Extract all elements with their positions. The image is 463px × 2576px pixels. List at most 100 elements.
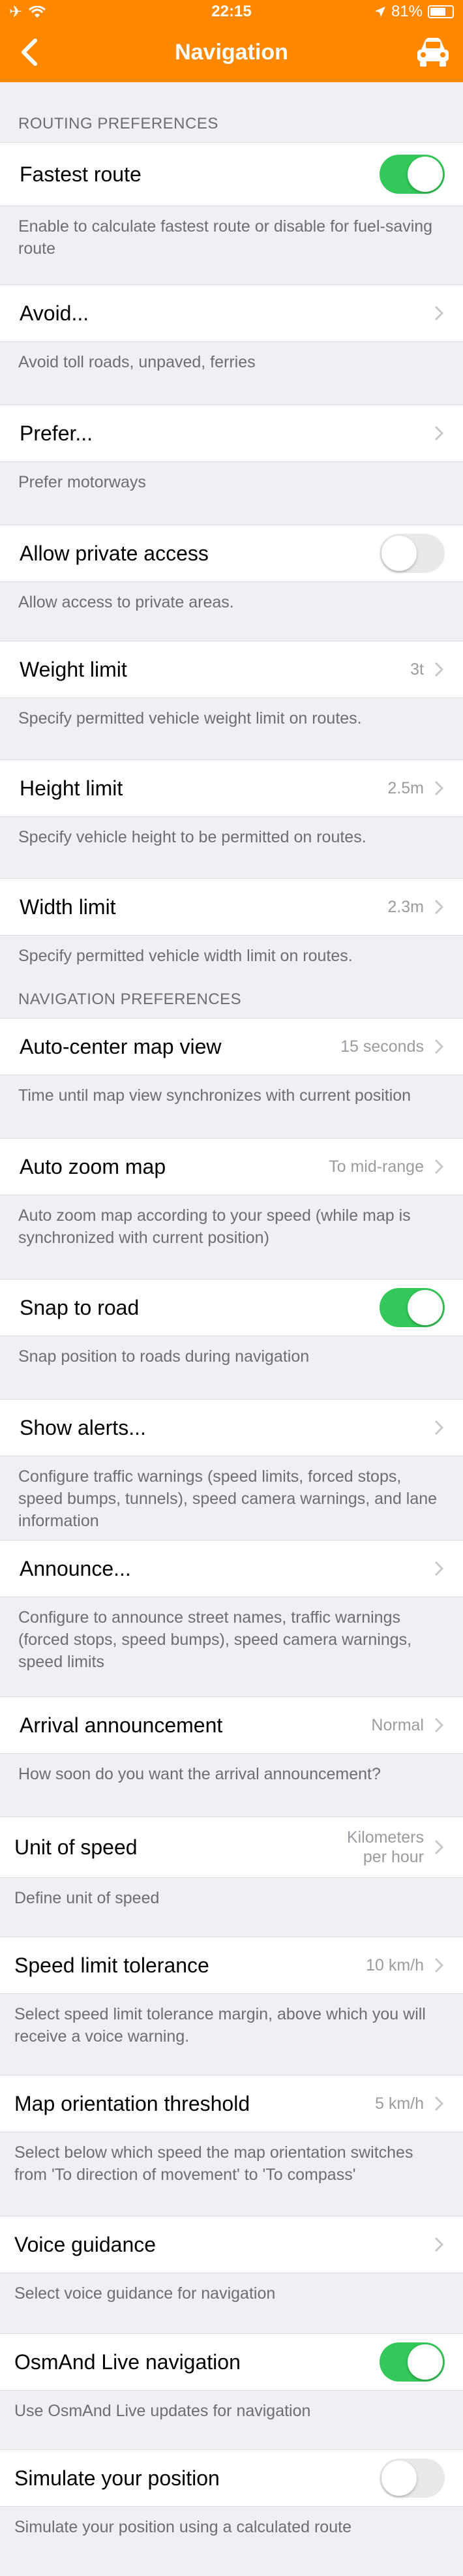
auto-zoom-row[interactable]: Auto zoom map To mid-range <box>0 1138 463 1195</box>
weight-limit-label: Weight limit <box>20 657 127 681</box>
chevron-right-icon <box>434 1957 444 1973</box>
chevron-right-icon <box>434 899 444 915</box>
car-profile-icon[interactable] <box>415 35 451 69</box>
map-orientation-value: 5 km/h <box>374 2094 424 2113</box>
height-limit-row[interactable]: Height limit 2.5m <box>0 759 463 817</box>
map-orientation-label: Map orientation threshold <box>14 2091 250 2115</box>
osmand-live-label: OsmAnd Live navigation <box>14 2350 241 2374</box>
battery-icon <box>428 5 454 18</box>
height-limit-description: Specify vehicle height to be permitted o… <box>18 828 366 846</box>
auto-zoom-description: Auto zoom map according to your speed (w… <box>18 1206 411 1247</box>
osmand-live-description: Use OsmAnd Live updates for navigation <box>14 2402 311 2420</box>
speed-tolerance-row[interactable]: Speed limit tolerance 10 km/h <box>0 1937 463 1994</box>
unit-of-speed-row[interactable]: Unit of speed Kilometers per hour <box>0 1817 463 1878</box>
chevron-right-icon <box>434 780 444 796</box>
height-limit-value: 2.5m <box>387 778 424 797</box>
map-orientation-row[interactable]: Map orientation threshold 5 km/h <box>0 2075 463 2132</box>
auto-zoom-label: Auto zoom map <box>20 1154 166 1178</box>
prefer-description: Prefer motorways <box>18 473 146 491</box>
simulate-position-row: Simulate your position <box>0 2449 463 2507</box>
simulate-position-label: Simulate your position <box>14 2466 220 2490</box>
avoid-row[interactable]: Avoid... <box>0 284 463 342</box>
unit-of-speed-value: Kilometers per hour <box>347 1828 424 1867</box>
auto-center-label: Auto-center map view <box>20 1034 222 1058</box>
map-orientation-description: Select below which speed the map orienta… <box>14 2143 413 2184</box>
unit-of-speed-label: Unit of speed <box>14 1835 138 1859</box>
fastest-route-toggle[interactable] <box>380 155 445 194</box>
width-limit-label: Width limit <box>20 895 116 919</box>
show-alerts-description: Configure traffic warnings (speed limits… <box>18 1467 438 1530</box>
speed-tolerance-description: Select speed limit tolerance margin, abo… <box>14 2005 426 2046</box>
weight-limit-description: Specify permitted vehicle weight limit o… <box>18 709 362 728</box>
auto-zoom-value: To mid-range <box>329 1157 424 1176</box>
voice-guidance-description: Select voice guidance for navigation <box>14 2284 276 2303</box>
chevron-right-icon <box>434 2237 444 2252</box>
announce-row[interactable]: Announce... <box>0 1540 463 1597</box>
toggle-knob <box>408 157 443 192</box>
width-limit-value: 2.3m <box>387 897 424 916</box>
chevron-right-icon <box>434 1159 444 1174</box>
toggle-knob <box>408 1290 443 1325</box>
voice-guidance-row[interactable]: Voice guidance <box>0 2216 463 2273</box>
announce-description: Configure to announce street names, traf… <box>18 1608 412 1671</box>
navigation-bar: Navigation <box>0 22 463 82</box>
chevron-right-icon <box>434 1039 444 1054</box>
section-navigation-header: NAVIGATION PREFERENCES <box>18 990 242 1008</box>
height-limit-label: Height limit <box>20 776 123 800</box>
show-alerts-row[interactable]: Show alerts... <box>0 1399 463 1456</box>
voice-guidance-label: Voice guidance <box>14 2232 157 2256</box>
arrival-announcement-description: How soon do you want the arrival announc… <box>18 1765 381 1783</box>
status-bar: ✈ 22:15 81% <box>0 0 463 22</box>
simulate-position-toggle[interactable] <box>380 2459 445 2498</box>
simulate-position-description: Simulate your position using a calculate… <box>14 2518 351 2536</box>
prefer-label: Prefer... <box>20 421 93 445</box>
battery-percent: 81% <box>391 3 423 20</box>
chevron-right-icon <box>434 1420 444 1435</box>
width-limit-description: Specify permitted vehicle width limit on… <box>18 947 353 965</box>
private-access-toggle[interactable] <box>380 534 445 573</box>
private-access-row: Allow private access <box>0 525 463 582</box>
location-arrow-icon <box>374 7 385 17</box>
auto-center-description: Time until map view synchronizes with cu… <box>18 1086 411 1105</box>
snap-to-road-toggle[interactable] <box>380 1288 445 1327</box>
private-access-label: Allow private access <box>20 541 209 565</box>
arrival-announcement-value: Normal <box>371 1715 424 1734</box>
avoid-description: Avoid toll roads, unpaved, ferries <box>18 353 256 371</box>
fastest-route-description: Enable to calculate fastest route or dis… <box>18 217 433 258</box>
snap-to-road-description: Snap position to roads during navigation <box>18 1347 310 1366</box>
avoid-label: Avoid... <box>20 301 89 325</box>
show-alerts-label: Show alerts... <box>20 1415 146 1439</box>
section-routing-header: ROUTING PREFERENCES <box>18 115 218 132</box>
osmand-live-toggle[interactable] <box>380 2342 445 2382</box>
toggle-knob <box>408 2344 443 2380</box>
toggle-knob <box>381 2461 417 2496</box>
fastest-route-label: Fastest route <box>20 162 142 186</box>
unit-of-speed-value-line1: Kilometers <box>346 1828 424 1847</box>
chevron-right-icon <box>434 425 444 441</box>
chevron-right-icon <box>434 1561 444 1576</box>
arrival-announcement-label: Arrival announcement <box>20 1713 223 1737</box>
page-title: Navigation <box>175 40 288 65</box>
weight-limit-row[interactable]: Weight limit 3t <box>0 641 463 698</box>
chevron-right-icon <box>434 1717 444 1733</box>
chevron-right-icon <box>434 1839 444 1855</box>
speed-tolerance-value: 10 km/h <box>366 1955 424 1974</box>
width-limit-row[interactable]: Width limit 2.3m <box>0 878 463 936</box>
unit-of-speed-value-line2: per hour <box>363 1848 424 1866</box>
fastest-route-row: Fastest route <box>0 142 463 206</box>
snap-to-road-row: Snap to road <box>0 1279 463 1336</box>
chevron-right-icon <box>434 2096 444 2111</box>
chevron-right-icon <box>434 305 444 321</box>
auto-center-value: 15 seconds <box>340 1037 424 1056</box>
battery-level <box>430 8 445 16</box>
auto-center-row[interactable]: Auto-center map view 15 seconds <box>0 1018 463 1075</box>
chevron-right-icon <box>434 662 444 677</box>
private-access-description: Allow access to private areas. <box>18 593 234 611</box>
status-right: 81% <box>374 3 454 21</box>
toggle-knob <box>381 536 417 571</box>
arrival-announcement-row[interactable]: Arrival announcement Normal <box>0 1696 463 1754</box>
weight-limit-value: 3t <box>410 660 424 679</box>
snap-to-road-label: Snap to road <box>20 1295 140 1319</box>
prefer-row[interactable]: Prefer... <box>0 405 463 462</box>
announce-label: Announce... <box>20 1556 131 1580</box>
